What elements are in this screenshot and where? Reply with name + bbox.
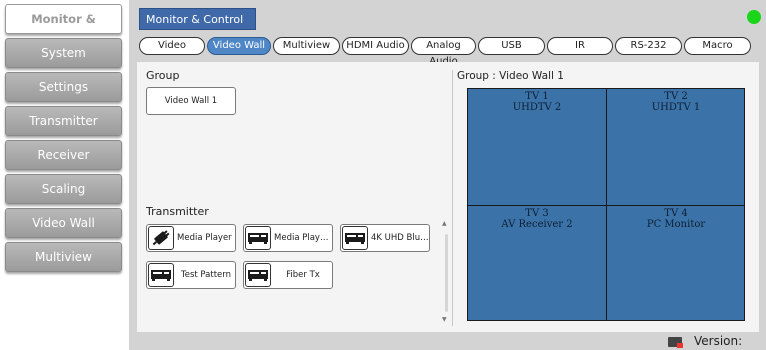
transmitter-test-pattern[interactable]: Test Pattern xyxy=(146,261,236,289)
sidebar-item-video-wall[interactable]: Video Wall xyxy=(5,208,122,238)
video-wall-cell-tv4[interactable]: TV 4 PC Monitor xyxy=(607,208,745,230)
tv-name: TV 1 xyxy=(525,91,549,102)
transmitter-heading: Transmitter xyxy=(146,205,209,218)
keyboard-indicator xyxy=(677,343,683,348)
tv-source: UHDTV 2 xyxy=(512,102,562,113)
scroll-up-arrow-icon[interactable]: ▲ xyxy=(442,220,447,227)
sidebar-item-system[interactable]: System xyxy=(5,38,122,68)
grid-divider xyxy=(468,205,744,206)
content-area: Group Video Wall 1 Transmitter Media Pla… xyxy=(137,62,759,332)
scroll-thumb[interactable] xyxy=(445,234,448,312)
main-panel: Monitor & Control Video Video Wall Multi… xyxy=(129,0,766,350)
plug-icon xyxy=(148,226,174,250)
tv-source: UHDTV 1 xyxy=(651,102,701,113)
video-wall-grid[interactable]: TV 1 UHDTV 2 TV 2 UHDTV 1 TV 3 AV Receiv… xyxy=(467,88,745,321)
footer: Version: xyxy=(129,334,766,350)
tab-multiview[interactable]: Multiview xyxy=(273,37,340,55)
sidebar-item-monitor-control[interactable]: Monitor & Control xyxy=(5,4,122,54)
tab-video-wall[interactable]: Video Wall xyxy=(207,37,271,55)
video-wall-cell-tv3[interactable]: TV 3 AV Receiver 2 xyxy=(468,208,606,230)
tab-analog-audio[interactable]: Analog Audio xyxy=(411,37,476,67)
sidebar-item-settings[interactable]: Settings xyxy=(5,72,122,102)
tv-name: TV 2 xyxy=(664,91,688,102)
av-device-icon xyxy=(245,226,271,250)
tab-rs232[interactable]: RS-232 xyxy=(615,37,682,55)
transmitter-label: Media Player xyxy=(177,233,232,243)
tab-usb[interactable]: USB xyxy=(478,37,545,55)
video-wall-cell-tv1[interactable]: TV 1 UHDTV 2 xyxy=(468,91,606,113)
tab-video[interactable]: Video xyxy=(139,37,205,55)
page-title: Monitor & Control xyxy=(139,8,256,30)
transmitter-media-player-2[interactable]: Media Player 2 xyxy=(243,224,333,252)
sidebar-item-scaling[interactable]: Scaling xyxy=(5,174,122,204)
transmitter-label: Test Pattern xyxy=(180,270,232,280)
transmitter-4k-uhd-blu-ray[interactable]: 4K UHD Blu-r... xyxy=(340,224,430,252)
tv-name: TV 4 xyxy=(664,208,688,219)
sidebar: Monitor & Control System Settings Transm… xyxy=(0,0,128,350)
av-device-icon xyxy=(342,226,368,250)
group-video-wall-1-button[interactable]: Video Wall 1 xyxy=(146,87,236,115)
tab-macro[interactable]: Macro xyxy=(684,37,751,55)
video-wall-cell-tv2[interactable]: TV 2 UHDTV 1 xyxy=(607,91,745,113)
sidebar-item-multiview[interactable]: Multiview xyxy=(5,242,122,272)
transmitter-label: 4K UHD Blu-r... xyxy=(371,233,429,243)
sidebar-item-receiver[interactable]: Receiver xyxy=(5,140,122,170)
tv-source: PC Monitor xyxy=(646,219,706,230)
transmitter-fiber-tx[interactable]: Fiber Tx xyxy=(243,261,333,289)
tab-bar: Video Video Wall Multiview HDMI Audio An… xyxy=(139,37,761,67)
status-indicator xyxy=(747,10,761,24)
sidebar-item-transmitter[interactable]: Transmitter xyxy=(5,106,122,136)
version-label: Version: xyxy=(694,334,743,348)
panel-divider xyxy=(452,70,453,326)
av-device-icon xyxy=(245,263,271,287)
transmitter-media-player[interactable]: Media Player xyxy=(146,224,236,252)
transmitter-label: Fiber Tx xyxy=(286,270,320,280)
video-wall-group-title: Group : Video Wall 1 xyxy=(457,70,564,82)
tab-ir[interactable]: IR xyxy=(547,37,613,55)
transmitter-label: Media Player 2 xyxy=(274,233,332,243)
group-heading: Group xyxy=(146,69,180,82)
transmitter-scrollbar[interactable]: ▲ ▼ xyxy=(441,220,451,324)
av-device-icon xyxy=(148,263,174,287)
tv-name: TV 3 xyxy=(525,208,549,219)
tv-source: AV Receiver 2 xyxy=(501,219,573,230)
scroll-down-arrow-icon[interactable]: ▼ xyxy=(442,316,447,323)
tab-hdmi-audio[interactable]: HDMI Audio xyxy=(342,37,409,55)
